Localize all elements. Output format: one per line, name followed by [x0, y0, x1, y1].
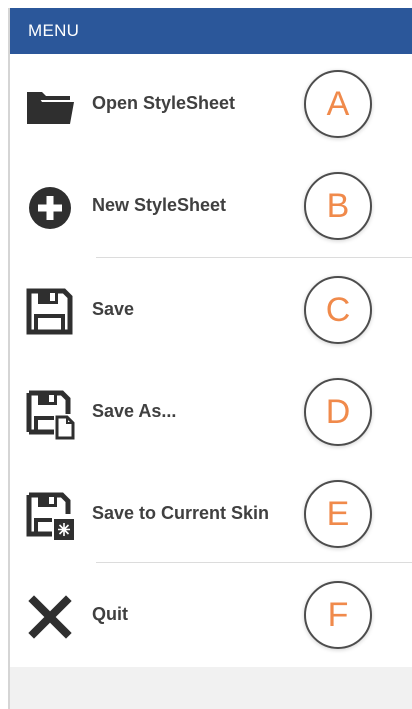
- menu-item-open-stylesheet[interactable]: Open StyleSheet A: [10, 54, 412, 152]
- folder-icon: [27, 92, 74, 124]
- callout-badge: F: [304, 581, 372, 649]
- menu-item-label: Open StyleSheet: [92, 93, 236, 113]
- menu-divider: [96, 257, 412, 258]
- menu-item-save[interactable]: Save C: [10, 260, 412, 358]
- close-icon: [28, 595, 72, 639]
- callout-badge: D: [304, 378, 372, 446]
- plus-circle-icon: [29, 187, 71, 229]
- menu-item-label: Save to Current Skin: [92, 503, 270, 523]
- menu-item-new-stylesheet[interactable]: New StyleSheet B: [10, 156, 412, 254]
- menu-panel: MENU Open StyleSheet A New StyleSheet B …: [8, 8, 412, 709]
- menu-item-save-as[interactable]: Save As... D: [10, 362, 412, 460]
- save-skin-icon: [26, 492, 74, 540]
- menu-divider: [96, 562, 412, 563]
- save-as-icon: [26, 390, 75, 440]
- callout-badge: A: [304, 70, 372, 138]
- callout-badge: C: [304, 276, 372, 344]
- menu-item-label: New StyleSheet: [92, 195, 227, 215]
- menu-item-label: Save As...: [92, 401, 177, 421]
- menu-item-save-to-current-skin[interactable]: Save to Current Skin E: [10, 464, 412, 562]
- menu-item-label: Quit: [92, 604, 128, 624]
- menu-item-label: Save: [92, 299, 135, 319]
- callout-badge: E: [304, 480, 372, 548]
- menu-footer-area: [10, 667, 412, 709]
- callout-badge: B: [304, 172, 372, 240]
- menu-header: MENU: [10, 8, 412, 54]
- menu-item-quit[interactable]: Quit F: [10, 565, 412, 663]
- save-icon: [26, 288, 73, 335]
